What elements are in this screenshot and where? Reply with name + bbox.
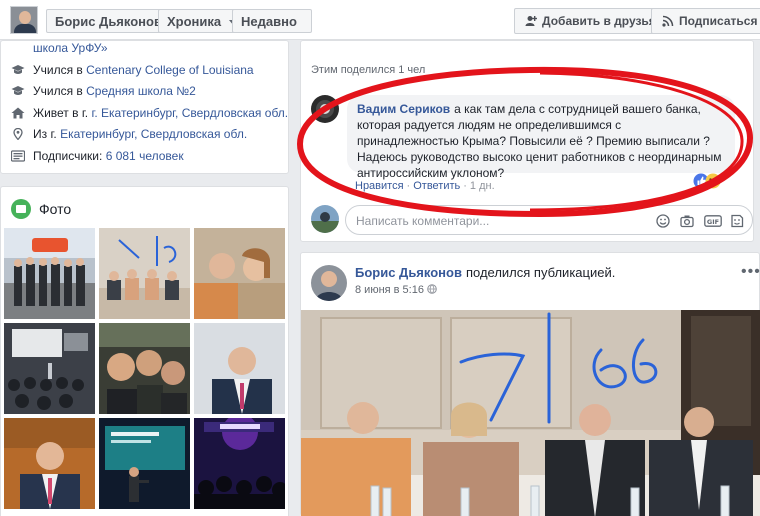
recent-label: Недавно xyxy=(241,14,297,29)
from-city-link[interactable]: Екатеринбург, Свердловская обл. xyxy=(60,127,247,141)
comment-bubble: Вадим Сериков а как там дела с сотруднице… xyxy=(347,95,735,180)
photo-thumbnail[interactable] xyxy=(4,228,95,319)
from-prefix: Из г. xyxy=(33,127,57,141)
school2-link[interactable]: Средняя школа №2 xyxy=(86,84,196,98)
post-card: Этим поделился 1 чел Вадим Сериков а как … xyxy=(300,40,754,242)
intro-school2: Учился в Средняя школа №2 xyxy=(11,84,196,98)
photo-thumbnail[interactable] xyxy=(194,323,285,414)
post-card: Борис Дьяконов поделился публикацией. 8 и… xyxy=(300,252,760,516)
add-friend-label: Добавить в друзья xyxy=(542,14,656,28)
comment-like-link[interactable]: Нравится xyxy=(355,180,404,192)
followers-count-link[interactable]: 6 081 человек xyxy=(106,149,184,163)
comment-time[interactable]: 1 дн. xyxy=(470,180,495,192)
post-action-text: поделился публикацией. xyxy=(465,265,616,280)
lives-city-link[interactable]: г. Екатеринбург, Свердловская обл. xyxy=(91,106,288,120)
intro-followers: Подписчики: 6 081 человек xyxy=(11,149,184,163)
subscribe-label: Подписаться xyxy=(679,14,758,28)
comment-actions: Нравится · Ответить · 1 дн. xyxy=(355,180,495,192)
intro-from: Из г. Екатеринбург, Свердловская обл. xyxy=(11,127,247,141)
post-header: Борис Дьяконов поделился публикацией. xyxy=(355,265,615,280)
location-pin-icon xyxy=(13,128,23,140)
author-avatar[interactable] xyxy=(311,265,347,301)
shared-by-line[interactable]: Этим поделился 1 чел xyxy=(311,64,425,76)
post-author-link[interactable]: Борис Дьяконов xyxy=(355,265,462,280)
followers-icon xyxy=(11,150,25,162)
gif-icon[interactable]: GIF xyxy=(704,214,722,228)
add-friend-icon xyxy=(525,16,537,26)
photos-title-label: Фото xyxy=(39,201,72,217)
subscribe-button[interactable]: Подписаться xyxy=(651,8,760,34)
comment-author-link[interactable]: Вадим Сериков xyxy=(357,102,450,116)
photo-thumbnail[interactable] xyxy=(194,418,285,509)
comment-input-placeholder: Написать комментари... xyxy=(356,214,490,228)
emoji-icon[interactable] xyxy=(656,214,670,228)
recent-dropdown[interactable]: Недавно xyxy=(232,9,312,33)
graduation-cap-icon xyxy=(11,65,25,74)
lives-prefix: Живет в г. xyxy=(33,106,89,120)
post-photo[interactable] xyxy=(301,310,760,516)
home-icon xyxy=(11,107,25,119)
photo-thumbnail[interactable] xyxy=(99,323,190,414)
photo-thumbnail[interactable] xyxy=(99,228,190,319)
followers-prefix: Подписчики: xyxy=(33,149,103,163)
audience-icon[interactable] xyxy=(427,284,437,297)
post-more-options[interactable]: ••• xyxy=(741,263,760,281)
comment-reply-link[interactable]: Ответить xyxy=(413,180,460,192)
college-link[interactable]: Centenary College of Louisiana xyxy=(86,63,253,77)
studied-prefix: Учился в xyxy=(33,84,83,98)
studied-prefix: Учился в xyxy=(33,63,83,77)
intro-school-previous[interactable]: школа УрФУ» xyxy=(33,41,108,55)
add-friend-button[interactable]: Добавить в друзья xyxy=(514,8,667,34)
viewer-avatar xyxy=(311,205,339,233)
photos-card: Фото xyxy=(0,186,289,516)
profile-avatar[interactable] xyxy=(10,6,38,34)
graduation-cap-icon xyxy=(11,86,25,95)
rss-icon xyxy=(662,15,674,27)
svg-text:GIF: GIF xyxy=(707,218,719,226)
photos-title[interactable]: Фото xyxy=(11,199,71,219)
profile-name-button[interactable]: Борис Дьяконов xyxy=(46,9,171,33)
photo-thumbnail[interactable] xyxy=(4,323,95,414)
sticker-icon[interactable] xyxy=(730,214,744,228)
post-date-link[interactable]: 8 июня в 5:16 xyxy=(355,284,424,296)
photo-thumbnail[interactable] xyxy=(4,418,95,509)
photos-icon xyxy=(11,199,31,219)
timeline-label: Хроника xyxy=(167,14,222,29)
photo-thumbnail[interactable] xyxy=(99,418,190,509)
intro-lives-in: Живет в г. г. Екатеринбург, Свердловская… xyxy=(11,106,288,120)
commenter-avatar[interactable] xyxy=(311,95,339,123)
comment-input[interactable]: Написать комментари... GIF xyxy=(345,205,753,235)
reaction-icons[interactable] xyxy=(693,173,723,189)
intro-college: Учился в Centenary College of Louisiana xyxy=(11,63,254,77)
profile-top-bar: Борис Дьяконов Хроника Недавно Добавить … xyxy=(0,0,760,40)
camera-icon[interactable] xyxy=(680,214,694,228)
photo-thumbnail[interactable] xyxy=(194,228,285,319)
intro-card: школа УрФУ» Учился в Centenary College o… xyxy=(0,40,289,174)
post-meta: 8 июня в 5:16 xyxy=(355,284,437,297)
